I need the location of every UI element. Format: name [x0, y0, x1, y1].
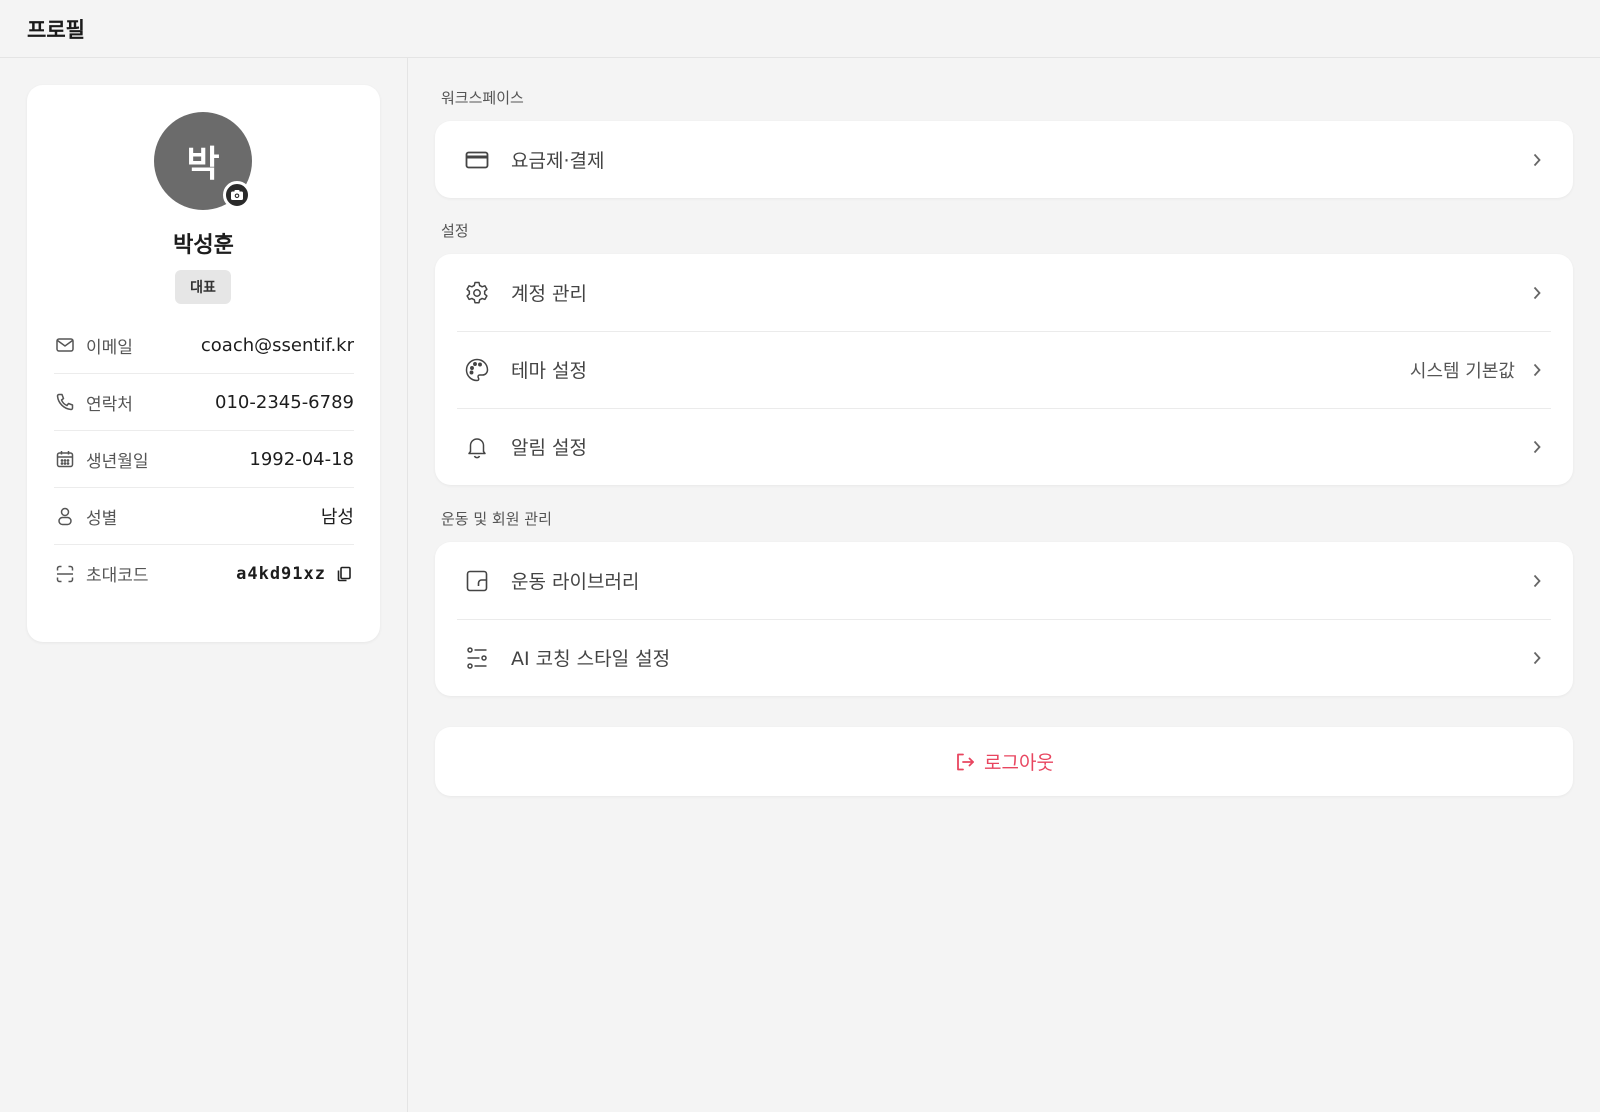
birthdate-value: 1992-04-18: [249, 448, 354, 470]
palette-icon: [463, 356, 491, 384]
scan-code-icon: [54, 563, 76, 585]
menu-item-theme[interactable]: 테마 설정 시스템 기본값: [435, 331, 1573, 408]
menu-item-label: 계정 관리: [511, 283, 587, 305]
info-row-phone: 연락처 010-2345-6789: [54, 374, 354, 431]
chevron-right-icon: [1529, 439, 1545, 455]
email-value: coach@ssentif.kr: [200, 334, 354, 356]
chevron-right-icon: [1529, 362, 1545, 378]
bell-icon: [463, 433, 491, 461]
info-label: 이메일: [86, 337, 133, 358]
invite-code-value: a4kd91xz: [236, 563, 326, 584]
section-label-settings: 설정: [441, 222, 469, 240]
logout-button[interactable]: 로그아웃: [435, 727, 1573, 796]
exercise-card: 운동 라이브러리 AI 코칭 스타일 설정: [435, 542, 1573, 696]
section-label-workspace: 워크스페이스: [441, 89, 524, 107]
menu-item-label: 운동 라이브러리: [511, 571, 640, 593]
logout-icon: [954, 751, 976, 773]
menu-item-account[interactable]: 계정 관리: [435, 254, 1573, 331]
info-label: 성별: [86, 508, 118, 529]
theme-value: 시스템 기본값: [1409, 360, 1515, 382]
profile-info-list: 이메일 coach@ssentif.kr 연락처 010-2345-6789 생…: [54, 317, 354, 602]
menu-item-exercise-library[interactable]: 운동 라이브러리: [435, 542, 1573, 619]
menu-item-label: 알림 설정: [511, 437, 587, 459]
credit-card-icon: [463, 146, 491, 174]
info-label: 연락처: [86, 394, 133, 415]
column-divider: [407, 58, 408, 1112]
camera-icon[interactable]: [223, 181, 251, 209]
info-row-gender: 성별 남성: [54, 488, 354, 545]
page-title: 프로필: [27, 18, 85, 42]
logout-label: 로그아웃: [984, 752, 1054, 774]
sliders-icon: [463, 644, 491, 672]
workspace-card: 요금제·결제: [435, 121, 1573, 198]
gender-value: 남성: [320, 507, 354, 528]
info-label: 초대코드: [86, 566, 149, 586]
info-row-email: 이메일 coach@ssentif.kr: [54, 317, 354, 374]
menu-item-label: 테마 설정: [511, 360, 587, 382]
top-bar: 프로필: [0, 0, 1600, 58]
menu-item-label: AI 코칭 스타일 설정: [511, 648, 671, 670]
profile-card: 박 박성훈 대표 이메일 coach@ssentif.kr 연락처 010-23…: [27, 85, 380, 642]
menu-item-notifications[interactable]: 알림 설정: [435, 408, 1573, 485]
chevron-right-icon: [1529, 152, 1545, 168]
copy-icon[interactable]: [336, 565, 354, 583]
info-label: 생년월일: [86, 451, 149, 472]
user-name: 박성훈: [173, 233, 234, 258]
chevron-right-icon: [1529, 573, 1545, 589]
phone-value: 010-2345-6789: [215, 391, 354, 413]
person-icon: [54, 505, 76, 527]
chevron-right-icon: [1529, 650, 1545, 666]
role-badge: 대표: [175, 270, 231, 304]
menu-item-ai-coaching[interactable]: AI 코칭 스타일 설정: [435, 619, 1573, 696]
info-row-birthdate: 생년월일 1992-04-18: [54, 431, 354, 488]
section-label-exercise: 운동 및 회원 관리: [441, 510, 552, 528]
mail-icon: [54, 334, 76, 356]
calendar-icon: [54, 448, 76, 470]
gear-icon: [463, 279, 491, 307]
settings-card: 계정 관리 테마 설정 시스템 기본값 알림 설정: [435, 254, 1573, 485]
menu-item-billing[interactable]: 요금제·결제: [435, 121, 1573, 198]
phone-icon: [54, 391, 76, 413]
chevron-right-icon: [1529, 285, 1545, 301]
folder-icon: [463, 567, 491, 595]
menu-item-label: 요금제·결제: [511, 150, 605, 172]
info-row-invite-code: 초대코드 a4kd91xz: [54, 545, 354, 602]
